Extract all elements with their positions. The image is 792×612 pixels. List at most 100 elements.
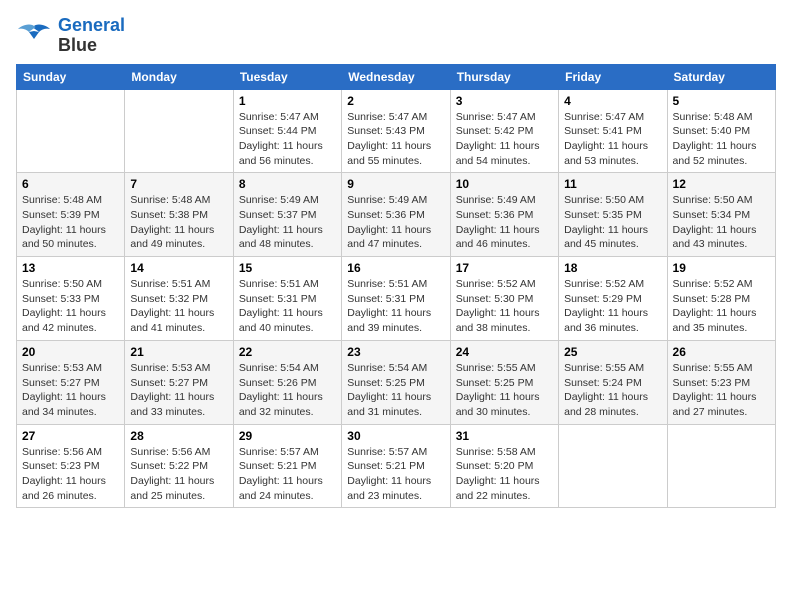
calendar-cell: 4 Sunrise: 5:47 AMSunset: 5:41 PMDaylight… — [559, 89, 667, 173]
day-info: Sunrise: 5:55 AMSunset: 5:23 PMDaylight:… — [673, 361, 770, 420]
calendar-cell: 14 Sunrise: 5:51 AMSunset: 5:32 PMDayligh… — [125, 257, 233, 341]
day-info: Sunrise: 5:55 AMSunset: 5:25 PMDaylight:… — [456, 361, 553, 420]
day-info: Sunrise: 5:47 AMSunset: 5:43 PMDaylight:… — [347, 110, 444, 169]
calendar-cell — [559, 424, 667, 508]
day-number: 26 — [673, 345, 770, 359]
calendar-cell: 20 Sunrise: 5:53 AMSunset: 5:27 PMDayligh… — [17, 340, 125, 424]
calendar-cell: 27Sunrise: 5:56 AMSunset: 5:23 PMDayligh… — [17, 424, 125, 508]
day-number: 11 — [564, 177, 661, 191]
calendar-cell: 1 Sunrise: 5:47 AMSunset: 5:44 PMDaylight… — [233, 89, 341, 173]
day-number: 3 — [456, 94, 553, 108]
calendar-week-row: 20 Sunrise: 5:53 AMSunset: 5:27 PMDayligh… — [17, 340, 776, 424]
calendar-cell: 13 Sunrise: 5:50 AMSunset: 5:33 PMDayligh… — [17, 257, 125, 341]
day-number: 7 — [130, 177, 227, 191]
calendar-week-row: 13 Sunrise: 5:50 AMSunset: 5:33 PMDayligh… — [17, 257, 776, 341]
day-info: Sunrise: 5:54 AMSunset: 5:26 PMDaylight:… — [239, 361, 336, 420]
day-info: Sunrise: 5:48 AMSunset: 5:38 PMDaylight:… — [130, 193, 227, 252]
weekday-header-row: SundayMondayTuesdayWednesdayThursdayFrid… — [17, 64, 776, 89]
calendar-cell: 18 Sunrise: 5:52 AMSunset: 5:29 PMDayligh… — [559, 257, 667, 341]
calendar-cell: 2Sunrise: 5:47 AMSunset: 5:43 PMDaylight… — [342, 89, 450, 173]
day-info: Sunrise: 5:51 AMSunset: 5:31 PMDaylight:… — [347, 277, 444, 336]
day-info: Sunrise: 5:48 AMSunset: 5:40 PMDaylight:… — [673, 110, 770, 169]
weekday-header-saturday: Saturday — [667, 64, 775, 89]
calendar-cell: 3 Sunrise: 5:47 AMSunset: 5:42 PMDaylight… — [450, 89, 558, 173]
day-info: Sunrise: 5:50 AMSunset: 5:35 PMDaylight:… — [564, 193, 661, 252]
day-number: 13 — [22, 261, 119, 275]
day-info: Sunrise: 5:54 AMSunset: 5:25 PMDaylight:… — [347, 361, 444, 420]
day-info: Sunrise: 5:49 AMSunset: 5:36 PMDaylight:… — [347, 193, 444, 252]
calendar-cell: 22 Sunrise: 5:54 AMSunset: 5:26 PMDayligh… — [233, 340, 341, 424]
day-info: Sunrise: 5:48 AMSunset: 5:39 PMDaylight:… — [22, 193, 119, 252]
logo-bird-icon — [16, 21, 52, 51]
day-info: Sunrise: 5:51 AMSunset: 5:32 PMDaylight:… — [130, 277, 227, 336]
day-number: 30 — [347, 429, 444, 443]
day-info: Sunrise: 5:57 AMSunset: 5:21 PMDaylight:… — [347, 445, 444, 504]
calendar-cell: 21 Sunrise: 5:53 AMSunset: 5:27 PMDayligh… — [125, 340, 233, 424]
day-info: Sunrise: 5:47 AMSunset: 5:44 PMDaylight:… — [239, 110, 336, 169]
calendar-cell: 16 Sunrise: 5:51 AMSunset: 5:31 PMDayligh… — [342, 257, 450, 341]
weekday-header-sunday: Sunday — [17, 64, 125, 89]
day-info: Sunrise: 5:53 AMSunset: 5:27 PMDaylight:… — [130, 361, 227, 420]
calendar-cell: 24 Sunrise: 5:55 AMSunset: 5:25 PMDayligh… — [450, 340, 558, 424]
calendar-cell: 17 Sunrise: 5:52 AMSunset: 5:30 PMDayligh… — [450, 257, 558, 341]
calendar-cell: 25 Sunrise: 5:55 AMSunset: 5:24 PMDayligh… — [559, 340, 667, 424]
calendar-cell: 12Sunrise: 5:50 AMSunset: 5:34 PMDayligh… — [667, 173, 775, 257]
logo-text: GeneralBlue — [58, 16, 125, 56]
day-info: Sunrise: 5:49 AMSunset: 5:37 PMDaylight:… — [239, 193, 336, 252]
day-number: 4 — [564, 94, 661, 108]
calendar-cell — [125, 89, 233, 173]
day-number: 8 — [239, 177, 336, 191]
weekday-header-thursday: Thursday — [450, 64, 558, 89]
day-number: 31 — [456, 429, 553, 443]
calendar-cell: 23 Sunrise: 5:54 AMSunset: 5:25 PMDayligh… — [342, 340, 450, 424]
calendar-cell: 28 Sunrise: 5:56 AMSunset: 5:22 PMDayligh… — [125, 424, 233, 508]
calendar-week-row: 27Sunrise: 5:56 AMSunset: 5:23 PMDayligh… — [17, 424, 776, 508]
day-info: Sunrise: 5:56 AMSunset: 5:22 PMDaylight:… — [130, 445, 227, 504]
calendar-cell — [17, 89, 125, 173]
day-number: 29 — [239, 429, 336, 443]
day-info: Sunrise: 5:49 AMSunset: 5:36 PMDaylight:… — [456, 193, 553, 252]
day-info: Sunrise: 5:52 AMSunset: 5:29 PMDaylight:… — [564, 277, 661, 336]
day-info: Sunrise: 5:47 AMSunset: 5:42 PMDaylight:… — [456, 110, 553, 169]
day-number: 22 — [239, 345, 336, 359]
day-number: 24 — [456, 345, 553, 359]
weekday-header-monday: Monday — [125, 64, 233, 89]
weekday-header-friday: Friday — [559, 64, 667, 89]
calendar-cell: 10 Sunrise: 5:49 AMSunset: 5:36 PMDayligh… — [450, 173, 558, 257]
day-number: 27 — [22, 429, 119, 443]
day-info: Sunrise: 5:50 AMSunset: 5:34 PMDaylight:… — [673, 193, 770, 252]
day-info: Sunrise: 5:57 AMSunset: 5:21 PMDaylight:… — [239, 445, 336, 504]
day-number: 28 — [130, 429, 227, 443]
day-info: Sunrise: 5:58 AMSunset: 5:20 PMDaylight:… — [456, 445, 553, 504]
day-info: Sunrise: 5:53 AMSunset: 5:27 PMDaylight:… — [22, 361, 119, 420]
calendar-cell: 5Sunrise: 5:48 AMSunset: 5:40 PMDaylight… — [667, 89, 775, 173]
day-number: 21 — [130, 345, 227, 359]
calendar-cell: 9 Sunrise: 5:49 AMSunset: 5:36 PMDaylight… — [342, 173, 450, 257]
day-number: 10 — [456, 177, 553, 191]
day-number: 17 — [456, 261, 553, 275]
calendar-cell: 26 Sunrise: 5:55 AMSunset: 5:23 PMDayligh… — [667, 340, 775, 424]
day-info: Sunrise: 5:47 AMSunset: 5:41 PMDaylight:… — [564, 110, 661, 169]
day-number: 25 — [564, 345, 661, 359]
day-number: 15 — [239, 261, 336, 275]
calendar-cell: 8 Sunrise: 5:49 AMSunset: 5:37 PMDaylight… — [233, 173, 341, 257]
weekday-header-wednesday: Wednesday — [342, 64, 450, 89]
calendar-week-row: 1 Sunrise: 5:47 AMSunset: 5:44 PMDaylight… — [17, 89, 776, 173]
calendar-cell: 15Sunrise: 5:51 AMSunset: 5:31 PMDayligh… — [233, 257, 341, 341]
calendar-cell: 29 Sunrise: 5:57 AMSunset: 5:21 PMDayligh… — [233, 424, 341, 508]
calendar-cell: 6Sunrise: 5:48 AMSunset: 5:39 PMDaylight… — [17, 173, 125, 257]
calendar-table: SundayMondayTuesdayWednesdayThursdayFrid… — [16, 64, 776, 509]
day-number: 9 — [347, 177, 444, 191]
day-info: Sunrise: 5:52 AMSunset: 5:30 PMDaylight:… — [456, 277, 553, 336]
day-number: 16 — [347, 261, 444, 275]
day-info: Sunrise: 5:50 AMSunset: 5:33 PMDaylight:… — [22, 277, 119, 336]
calendar-week-row: 6Sunrise: 5:48 AMSunset: 5:39 PMDaylight… — [17, 173, 776, 257]
calendar-cell — [667, 424, 775, 508]
day-info: Sunrise: 5:52 AMSunset: 5:28 PMDaylight:… — [673, 277, 770, 336]
day-number: 20 — [22, 345, 119, 359]
day-number: 23 — [347, 345, 444, 359]
day-info: Sunrise: 5:55 AMSunset: 5:24 PMDaylight:… — [564, 361, 661, 420]
day-number: 18 — [564, 261, 661, 275]
day-number: 1 — [239, 94, 336, 108]
day-number: 14 — [130, 261, 227, 275]
